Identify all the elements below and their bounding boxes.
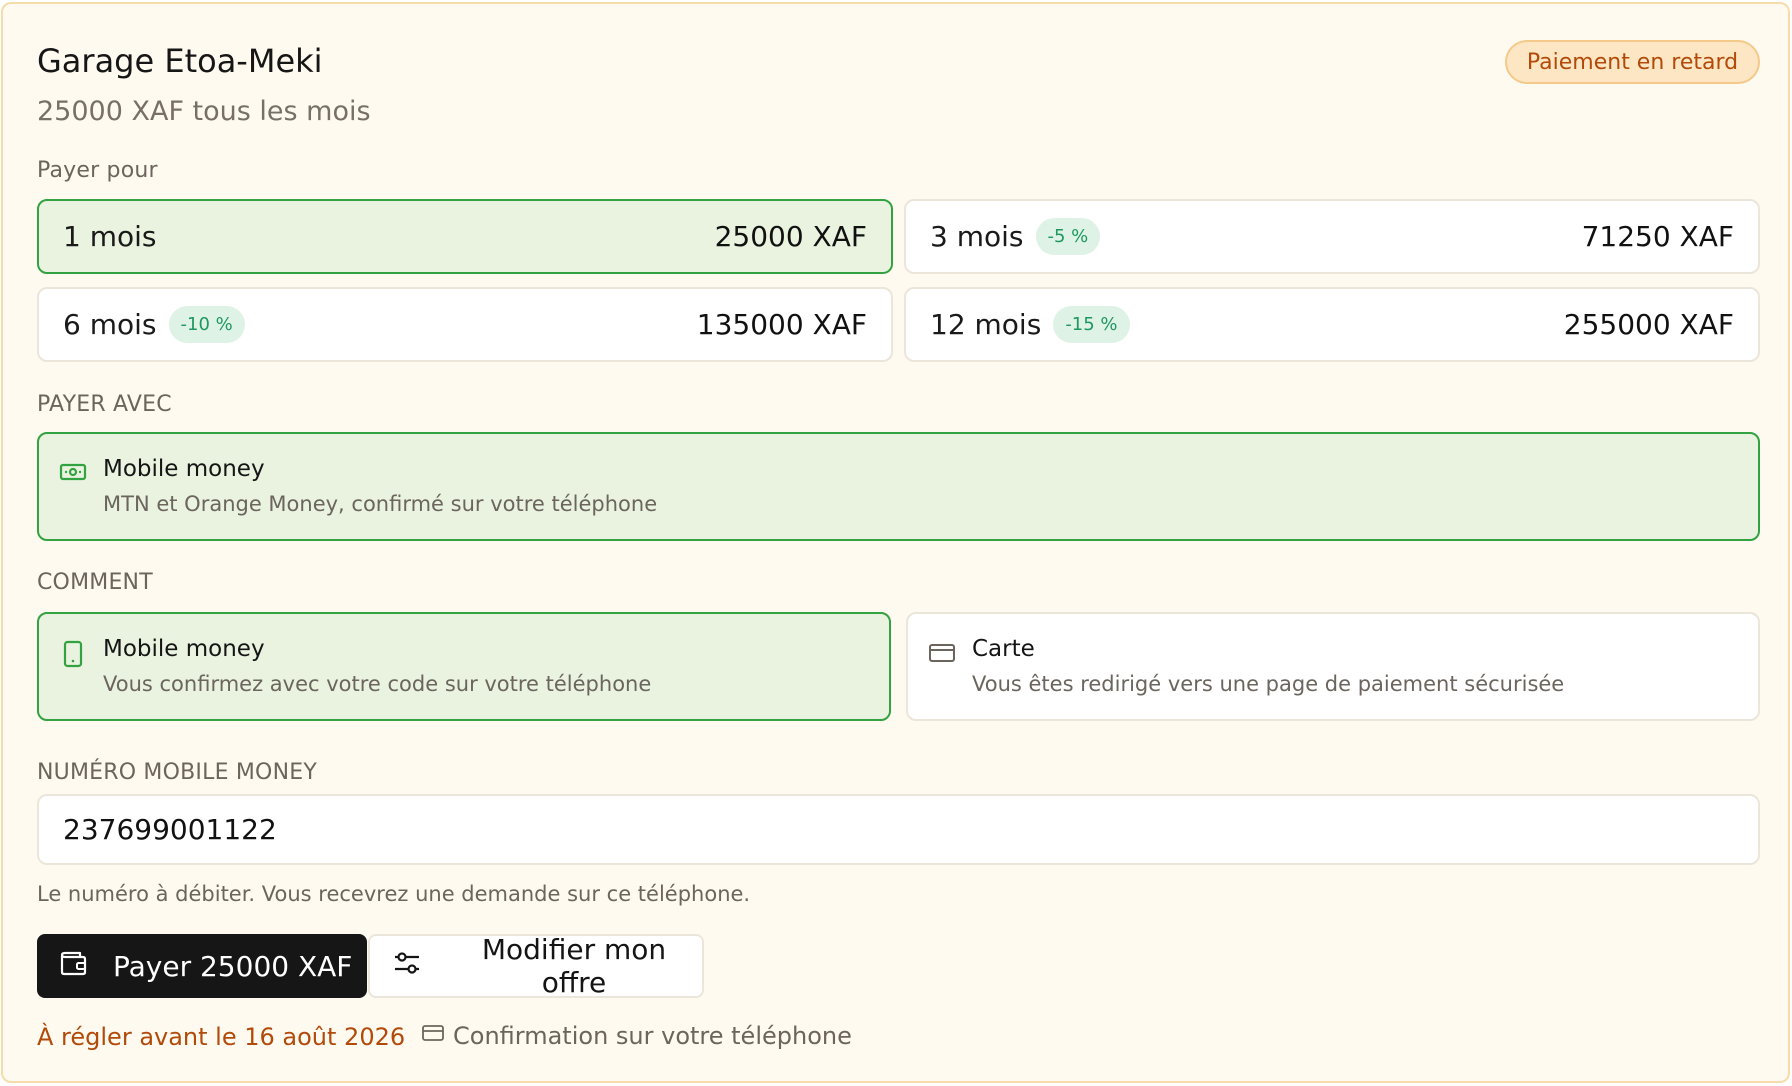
method-description: Vous confirmez avec votre code sur votre…: [103, 672, 652, 696]
sliders-icon: [392, 948, 422, 985]
modify-button-label: Modifier mon offre: [481, 933, 667, 999]
pay-button-label: Payer 25000 XAF: [113, 949, 353, 983]
payment-card: Garage Etoa-Meki Paiement en retard 2500…: [1, 2, 1790, 1083]
subscription-price: 25000 XAF tous les mois: [37, 96, 371, 127]
period-label: 6 mois: [63, 308, 157, 341]
method-description: Vous êtes redirigé vers une page de paie…: [972, 672, 1565, 696]
pay-with-mobile-money[interactable]: Mobile money MTN et Orange Money, confir…: [37, 432, 1760, 541]
period-price: 255000 XAF: [1563, 308, 1734, 341]
period-option-12-months[interactable]: 12 mois -15 % 255000 XAF: [904, 287, 1760, 362]
confirmation-text: Confirmation sur votre téléphone: [453, 1022, 852, 1050]
phone-number-input[interactable]: [37, 794, 1760, 865]
period-label: 3 mois: [930, 220, 1024, 253]
period-price: 71250 XAF: [1581, 220, 1734, 253]
method-name: Carte: [972, 636, 1035, 662]
period-option-1-month[interactable]: 1 mois 25000 XAF: [37, 199, 893, 274]
discount-badge: -5 %: [1035, 218, 1101, 255]
credit-card-icon: [928, 640, 956, 670]
pay-for-label: Payer pour: [37, 158, 158, 183]
method-name: Mobile money: [103, 636, 265, 662]
method-name: Mobile money: [103, 456, 265, 482]
how-card[interactable]: Carte Vous êtes redirigé vers une page d…: [906, 612, 1760, 721]
period-label: 1 mois: [63, 220, 157, 253]
modify-offer-button[interactable]: Modifier mon offre: [368, 933, 704, 999]
due-date: À régler avant le 16 août 2026: [37, 1023, 406, 1051]
smartphone-icon: [59, 640, 87, 672]
method-description: MTN et Orange Money, confirmé sur votre …: [103, 492, 658, 516]
how-mobile-money[interactable]: Mobile money Vous confirmez avec votre c…: [37, 612, 891, 721]
wallet-icon: [57, 947, 89, 986]
period-price: 135000 XAF: [696, 308, 867, 341]
discount-badge: -10 %: [168, 306, 245, 343]
discount-badge: -15 %: [1053, 306, 1130, 343]
phone-label: NUMÉRO MOBILE MONEY: [37, 760, 317, 785]
confirmation-note: Confirmation sur votre téléphone: [421, 1022, 852, 1050]
phone-hint: Le numéro à débiter. Vous recevrez une d…: [37, 882, 751, 906]
status-badge: Paiement en retard: [1505, 40, 1760, 84]
credit-card-icon: [421, 1022, 445, 1050]
period-option-3-months[interactable]: 3 mois -5 % 71250 XAF: [904, 199, 1760, 274]
period-label: 12 mois: [930, 308, 1042, 341]
page-title: Garage Etoa-Meki: [37, 42, 323, 80]
period-option-6-months[interactable]: 6 mois -10 % 135000 XAF: [37, 287, 893, 362]
pay-button[interactable]: Payer 25000 XAF: [37, 934, 367, 998]
period-price: 25000 XAF: [714, 220, 867, 253]
how-label: COMMENT: [37, 570, 153, 595]
pay-with-label: PAYER AVEC: [37, 392, 172, 417]
banknote-icon: [59, 460, 87, 488]
